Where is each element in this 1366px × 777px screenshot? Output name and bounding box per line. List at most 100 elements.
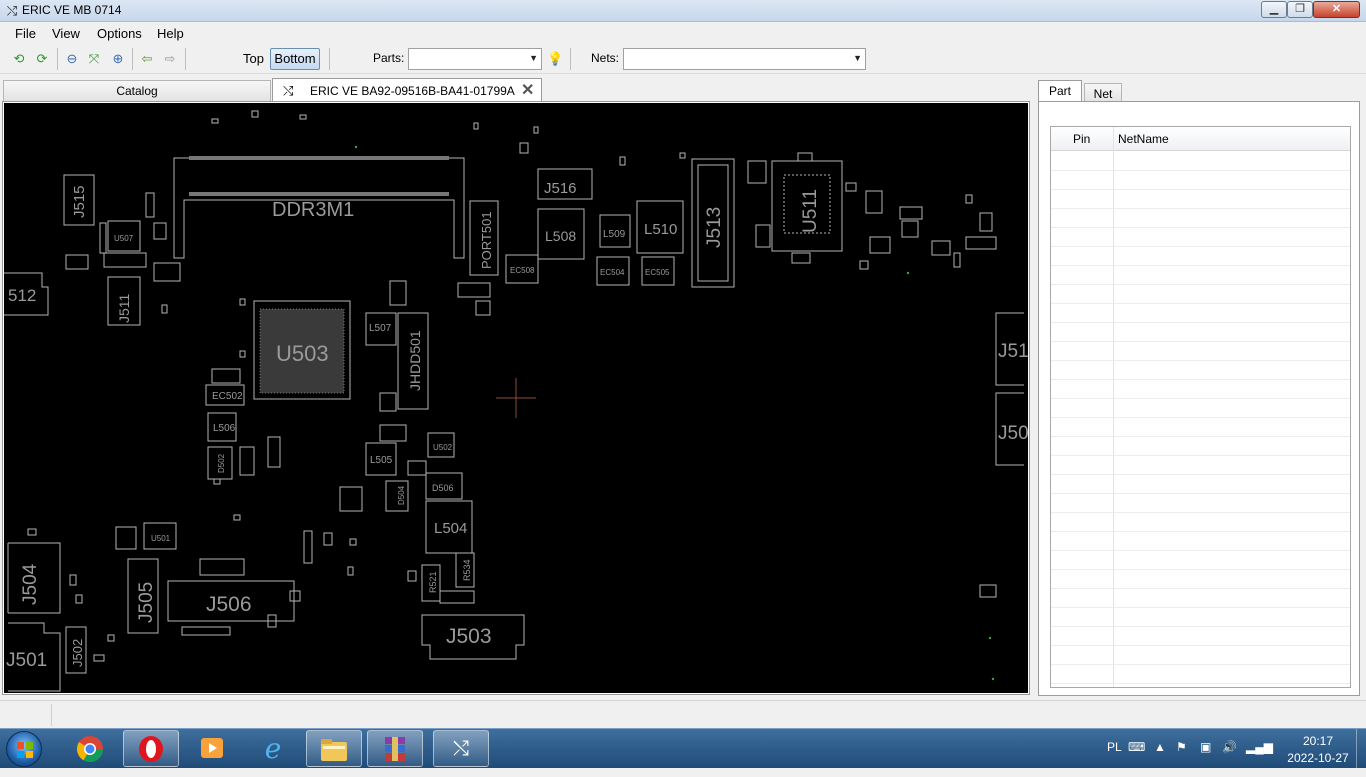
small-pad <box>379 392 397 412</box>
part-label-d506[interactable]: D506 <box>432 483 454 493</box>
board-canvas[interactable]: DDR3M1 J516 L508 L509 L510 J513 U511 PORT501 EC5… <box>4 103 1028 693</box>
small-pad <box>161 304 168 314</box>
small-pad <box>953 252 961 268</box>
small-pad <box>239 446 255 476</box>
part-label-jhdd501[interactable]: JHDD501 <box>407 330 423 391</box>
part-label-ddr3m1[interactable]: DDR3M1 <box>272 199 354 221</box>
part-label-j501[interactable]: J501 <box>6 650 47 671</box>
zoom-out-icon[interactable]: ⊖ <box>64 51 80 67</box>
part-label-u507[interactable]: U507 <box>114 234 134 243</box>
bottom-side-button[interactable]: Bottom <box>270 48 320 70</box>
forward-arrow-icon[interactable]: ⇨ <box>162 51 178 67</box>
table-row <box>1051 417 1350 418</box>
toolbar-separator <box>570 48 571 70</box>
part-label-l506[interactable]: L506 <box>213 423 236 434</box>
internet-explorer-icon[interactable]: e <box>245 730 301 767</box>
col-netname[interactable]: NetName <box>1118 132 1169 146</box>
clock-date[interactable]: 2022-10-27 <box>1282 751 1354 765</box>
menu-view[interactable]: View <box>52 26 80 41</box>
part-label-j51[interactable]: J51 <box>998 341 1028 362</box>
rotate-left-icon[interactable]: ⟲ <box>11 51 27 67</box>
part-label-j516[interactable]: J516 <box>544 180 577 197</box>
menu-file[interactable]: File <box>15 26 36 41</box>
part-label-j513[interactable]: J513 <box>704 207 725 248</box>
part-label-u502[interactable]: U502 <box>433 443 453 452</box>
boardviewer-icon[interactable]: ⤭ <box>433 730 489 767</box>
network-signal-icon[interactable]: ▂▄▆ <box>1246 740 1273 754</box>
part-label-l507[interactable]: L507 <box>369 323 392 334</box>
part-label-ec502[interactable]: EC502 <box>212 391 243 402</box>
small-pad <box>267 436 281 468</box>
close-button[interactable]: ✕ <box>1313 1 1360 18</box>
maximize-button[interactable]: ❐ <box>1287 1 1313 18</box>
zoom-in-icon[interactable]: ⊕ <box>110 51 126 67</box>
light-bulb-icon[interactable]: 💡 <box>547 51 563 67</box>
chrome-icon[interactable] <box>62 730 118 767</box>
chevron-up-icon[interactable]: ▲ <box>1154 740 1166 754</box>
part-label-l505[interactable]: L505 <box>370 455 393 466</box>
part-label-d504[interactable]: D504 <box>397 485 406 505</box>
part-label-j506[interactable]: J506 <box>206 593 252 616</box>
small-pad <box>153 222 167 240</box>
fit-icon[interactable]: ⤧ <box>86 51 102 67</box>
part-label-u511[interactable]: U511 <box>800 189 821 233</box>
part-label-512[interactable]: 512 <box>8 286 36 305</box>
part-label-l508[interactable]: L508 <box>545 228 576 244</box>
device-icon[interactable]: ▣ <box>1200 740 1211 754</box>
back-arrow-icon[interactable]: ⇦ <box>139 51 155 67</box>
chevron-down-icon[interactable]: ▼ <box>853 53 862 63</box>
chevron-down-icon[interactable]: ▼ <box>529 53 538 63</box>
part-label-ec504[interactable]: EC504 <box>600 268 625 277</box>
pin-table[interactable]: Pin NetName <box>1050 126 1351 688</box>
winrar-icon[interactable] <box>367 730 423 767</box>
part-label-u501[interactable]: U501 <box>151 534 171 543</box>
parts-combo[interactable]: ▼ <box>408 48 542 70</box>
minimize-button[interactable]: ▁ <box>1261 1 1287 18</box>
rotate-right-icon[interactable]: ⟳ <box>34 51 50 67</box>
part-label-j504[interactable]: J504 <box>20 563 41 605</box>
menu-help[interactable]: Help <box>157 26 184 41</box>
small-pad <box>107 634 115 642</box>
part-label-d502[interactable]: D502 <box>217 453 226 473</box>
tab-catalog[interactable]: Catalog <box>3 80 271 101</box>
part-label-ec505[interactable]: EC505 <box>645 268 670 277</box>
part-label-r521[interactable]: R521 <box>428 571 438 593</box>
nets-combo[interactable]: ▼ <box>623 48 866 70</box>
col-pin[interactable]: Pin <box>1073 132 1090 146</box>
part-label-r534[interactable]: R534 <box>462 559 472 581</box>
small-pad <box>859 260 869 270</box>
part-label-ec508[interactable]: EC508 <box>510 266 535 275</box>
explorer-icon[interactable] <box>306 730 362 767</box>
top-side-button[interactable]: Top <box>243 51 264 66</box>
part-label-j505[interactable]: J505 <box>136 582 157 623</box>
flag-icon[interactable]: ⚑ <box>1176 740 1187 754</box>
tab-part[interactable]: Part <box>1038 80 1082 102</box>
volume-icon[interactable]: 🔊 <box>1222 740 1237 754</box>
part-label-j503[interactable]: J503 <box>446 625 492 648</box>
keyboard-icon[interactable]: ⌨ <box>1128 740 1145 754</box>
table-row <box>1051 474 1350 475</box>
part-label-j511[interactable]: J511 <box>116 293 132 323</box>
part-label-l504[interactable]: L504 <box>434 520 467 537</box>
media-player-icon[interactable] <box>184 730 240 767</box>
part-label-j502[interactable]: J502 <box>70 639 85 667</box>
menu-options[interactable]: Options <box>97 26 142 41</box>
part-label-l510[interactable]: L510 <box>644 221 677 238</box>
language-indicator[interactable]: PL <box>1107 740 1122 754</box>
small-pad <box>289 590 301 602</box>
opera-icon[interactable] <box>123 730 179 767</box>
small-pad <box>199 558 245 576</box>
part-label-l509[interactable]: L509 <box>603 229 626 240</box>
clock-time[interactable]: 20:17 <box>1296 734 1340 748</box>
small-pad <box>93 654 105 662</box>
start-button[interactable] <box>6 731 42 767</box>
show-desktop-button[interactable] <box>1356 729 1366 769</box>
part-label-u503[interactable]: U503 <box>276 341 329 366</box>
tab-net[interactable]: Net <box>1084 83 1122 102</box>
part-label-port501[interactable]: PORT501 <box>479 211 494 269</box>
part-label-j50[interactable]: J50 <box>998 423 1028 444</box>
tab-board[interactable]: ⤭ ERIC VE BA92-09516B-BA41-01799A ✕ <box>272 78 542 102</box>
windows-flag-icon <box>17 742 33 758</box>
close-icon[interactable]: ✕ <box>521 79 534 103</box>
part-label-j515[interactable]: J515 <box>71 185 88 218</box>
